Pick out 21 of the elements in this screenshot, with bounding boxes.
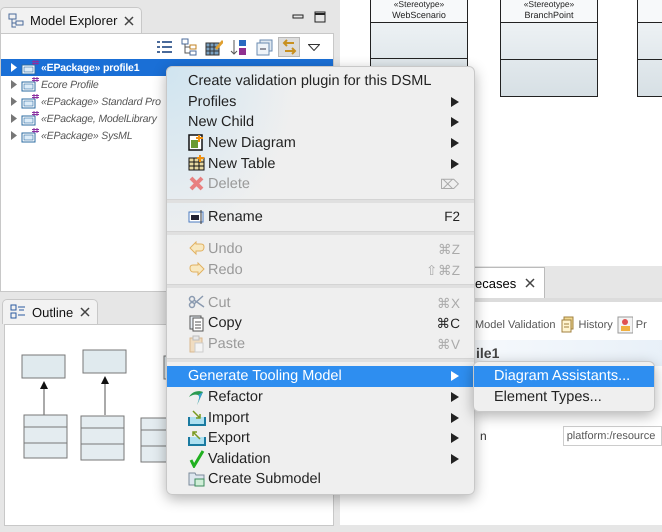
tab-title: Model Explorer [30, 13, 118, 28]
tree-item-label: Ecore Profile [41, 78, 99, 90]
tab-title: Outline [32, 304, 74, 320]
field-label: n [480, 429, 487, 443]
section-title: ile1 [476, 345, 500, 361]
stereotype-label: «Stereotype» [522, 0, 576, 10]
class-name: WebScenario [391, 10, 447, 21]
shortcut-label: F2 [444, 209, 460, 224]
shortcut-label: ⌘C [436, 315, 460, 332]
stereotype-label: «Stereotype» [392, 0, 446, 10]
tree-item-label: «EPackage» profile1 [41, 62, 140, 74]
shortcut-label: ⌘X [436, 294, 460, 311]
class-name: BranchPoint [523, 10, 575, 21]
shortcut-label: ⇧⌘Z [426, 262, 460, 278]
shortcut-label: ⌦ [440, 176, 460, 192]
tree-item-label: «EPackage, ModelLibrary [41, 112, 157, 124]
tree-item-label: «EPackage» SysML [41, 130, 132, 142]
tab-title: ecases [475, 276, 516, 290]
tree-item-label: «EPackage» Standard Pro [41, 96, 161, 108]
shortcut-label: ⌘Z [438, 241, 460, 258]
shortcut-label: ⌘V [436, 336, 460, 352]
